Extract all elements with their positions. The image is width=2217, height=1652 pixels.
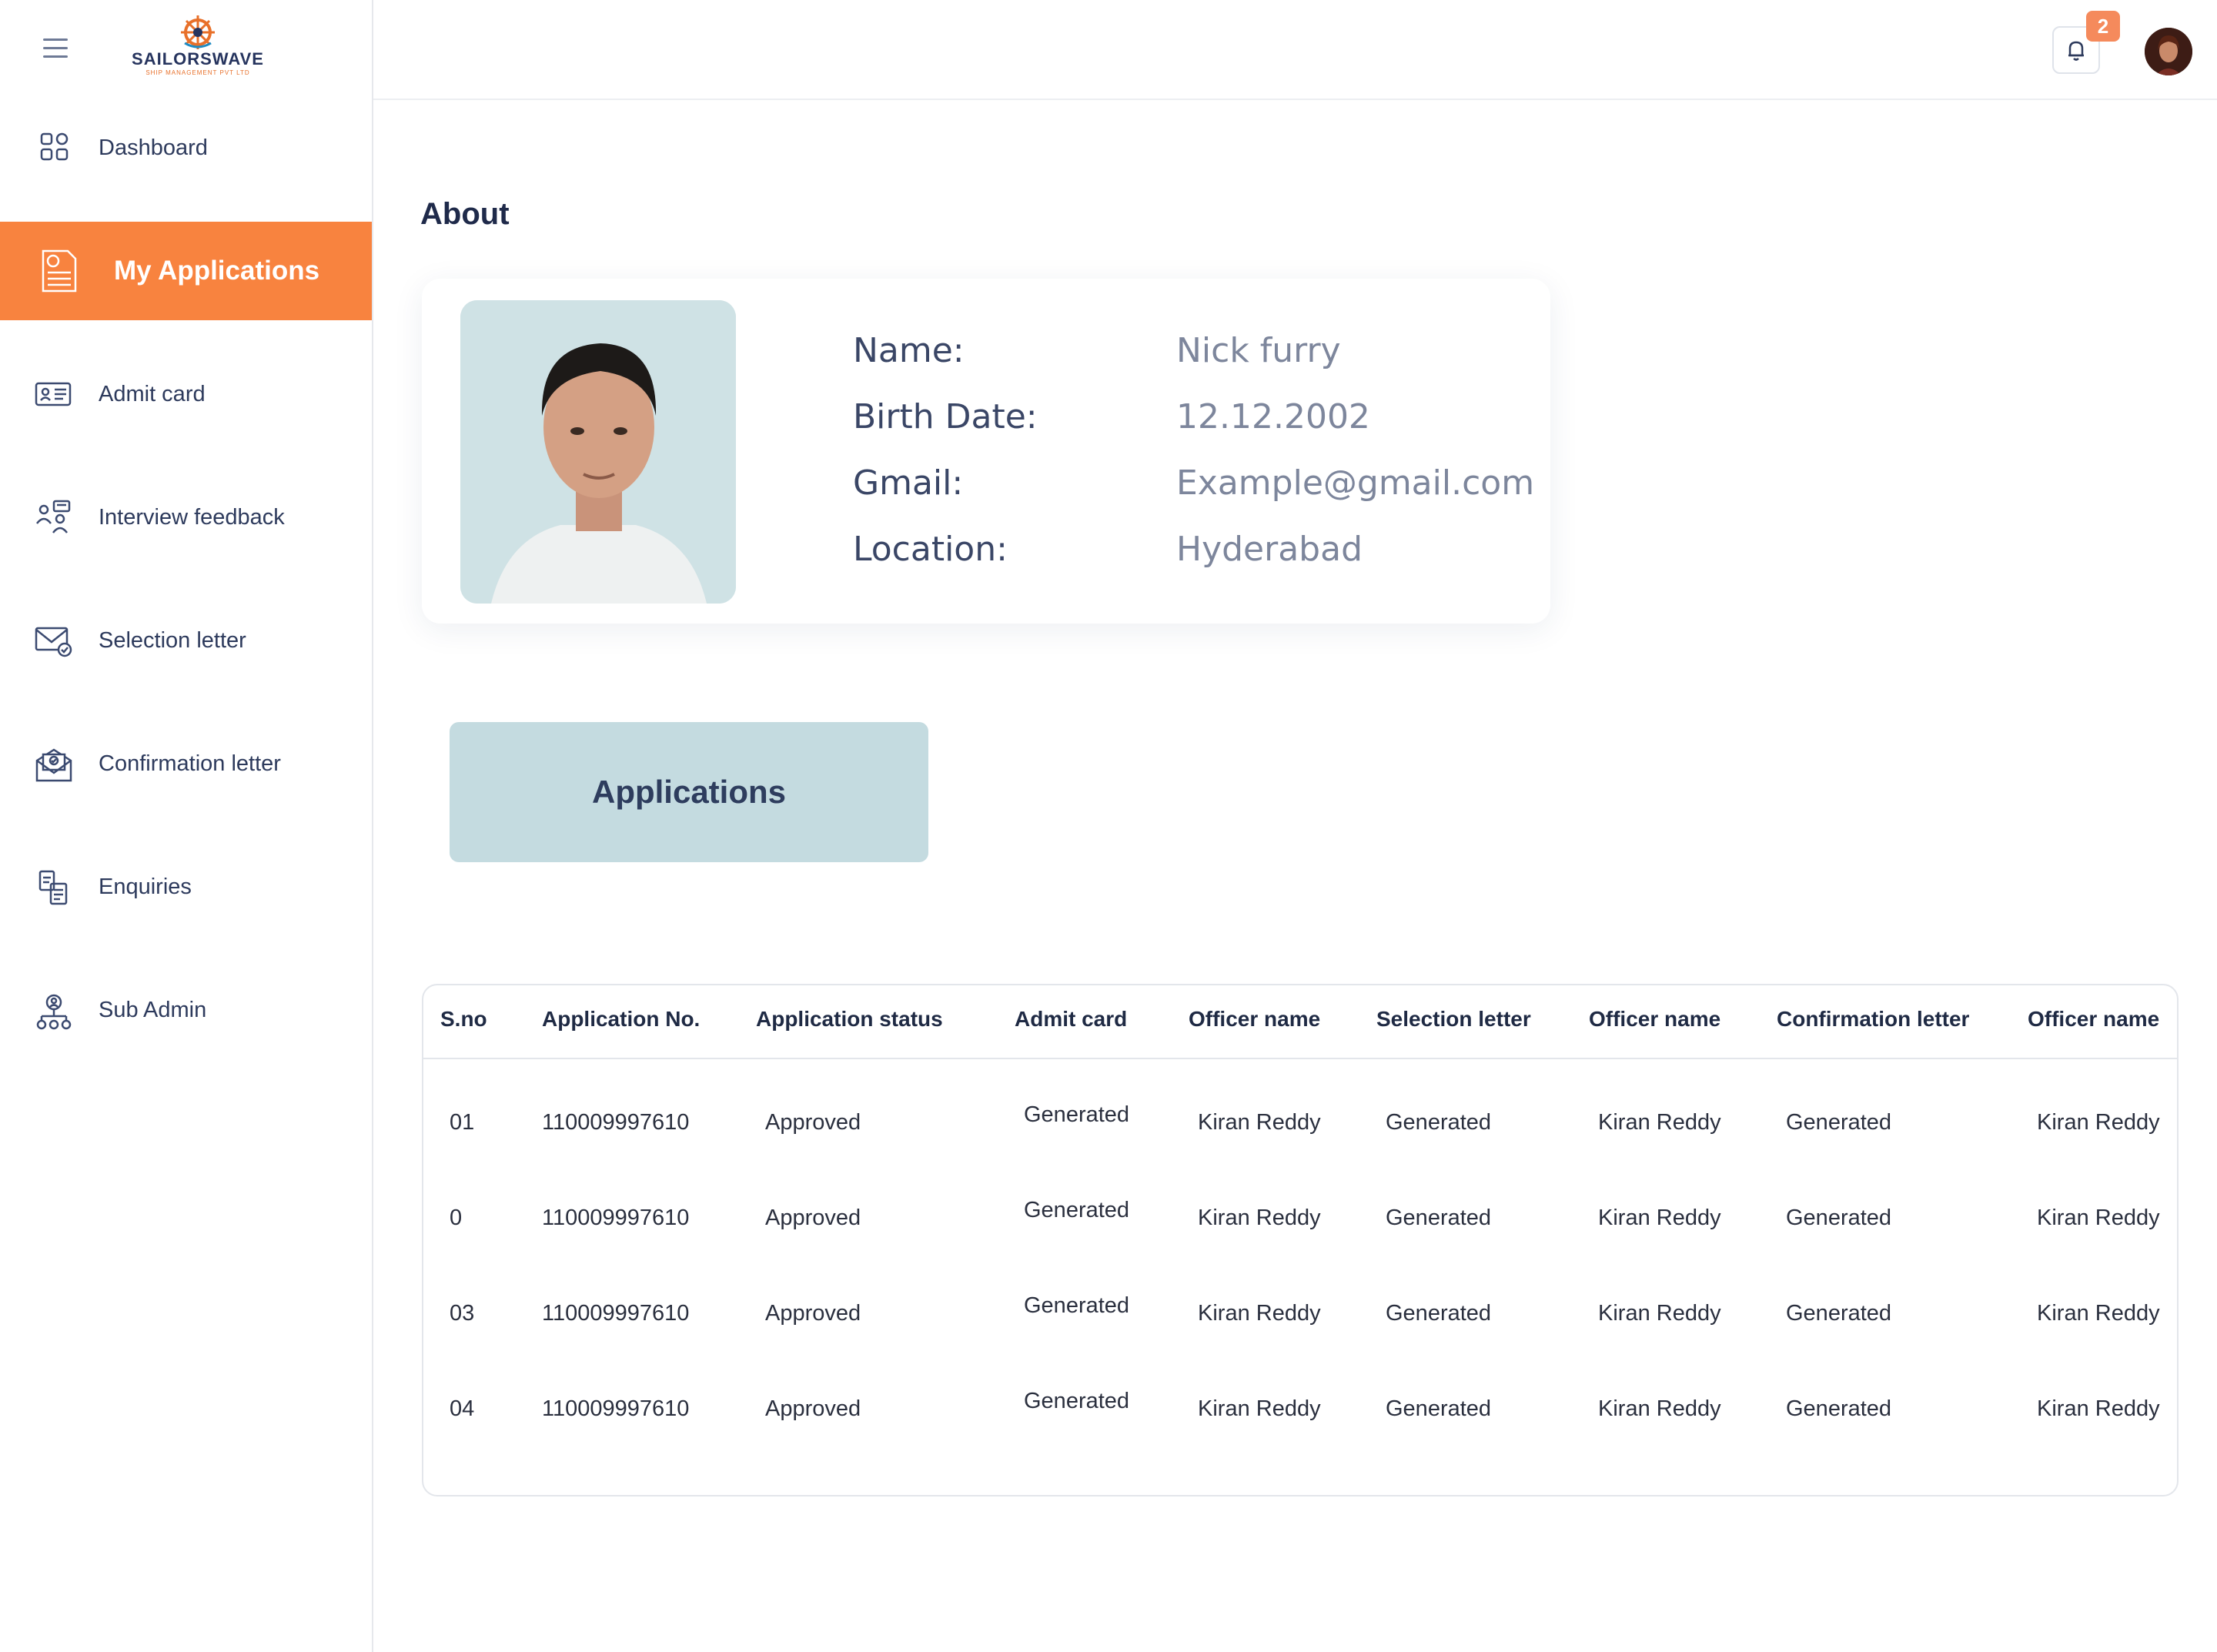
cell-sno: 03 (450, 1301, 475, 1326)
sidebar-item-label: Interview feedback (99, 504, 285, 530)
cell-admit-card[interactable]: Generated (1024, 1389, 1129, 1414)
cell-officer-name: Kiran Reddy (2037, 1110, 2160, 1135)
cell-officer-name: Kiran Reddy (1198, 1206, 1321, 1230)
cell-selection-letter[interactable]: Generated (1386, 1396, 1491, 1422)
about-heading: About (420, 197, 510, 231)
sidebar-item-label: Confirmation letter (99, 751, 281, 776)
name-label: Name: (853, 331, 965, 370)
sidebar-item-my-applications[interactable]: My Applications (0, 222, 372, 320)
cell-officer-name: Kiran Reddy (2037, 1301, 2160, 1326)
location-label: Location: (853, 530, 1008, 569)
cell-confirmation-letter[interactable]: Generated (1786, 1301, 1891, 1326)
cell-confirmation-letter[interactable]: Generated (1786, 1110, 1891, 1135)
id-card-icon (35, 382, 72, 406)
company-logo[interactable]: SAILORSWAVE SHIP MANAGEMENT PVT LTD (125, 12, 271, 77)
column-header-officer-name: Officer name (1189, 1007, 1321, 1031)
ship-wheel-logo-icon (181, 15, 215, 49)
user-avatar[interactable] (2145, 28, 2192, 75)
sidebar-item-selection-letter[interactable]: Selection letter (0, 591, 372, 690)
column-header-officer-name: Officer name (2028, 1007, 2160, 1031)
sidebar-item-label: Sub Admin (99, 997, 207, 1022)
brand-tagline: SHIP MANAGEMENT PVT LTD (145, 69, 250, 76)
application-form-icon (42, 249, 77, 293)
cell-confirmation-letter[interactable]: Generated (1786, 1206, 1891, 1231)
user-avatar-image (2145, 28, 2192, 75)
cell-selection-letter[interactable]: Generated (1386, 1110, 1491, 1135)
sidebar-item-sub-admin[interactable]: Sub Admin (0, 961, 372, 1059)
cell-application-no: 110009997610 (542, 1206, 690, 1230)
column-header-application-status: Application status (756, 1007, 943, 1031)
cell-officer-name: Kiran Reddy (2037, 1396, 2160, 1421)
sidebar: SAILORSWAVE SHIP MANAGEMENT PVT LTD Dash… (0, 0, 373, 1652)
cell-application-status: Approved (765, 1110, 861, 1135)
cell-officer-name: Kiran Reddy (1198, 1110, 1321, 1135)
mail-check-icon (35, 627, 72, 657)
cell-application-no: 110009997610 (542, 1301, 690, 1326)
cell-confirmation-letter[interactable]: Generated (1786, 1396, 1891, 1422)
enquiry-docs-icon (38, 870, 68, 905)
column-header-admit-card: Admit card (1015, 1007, 1128, 1031)
location-value: Hyderabad (1176, 530, 1363, 569)
cell-selection-letter[interactable]: Generated (1386, 1206, 1491, 1231)
column-header-confirmation-letter: Confirmation letter (1777, 1007, 1970, 1031)
notification-count-badge: 2 (2086, 11, 2120, 42)
birth-date-label: Birth Date: (853, 397, 1038, 436)
sidebar-item-label: Admit card (99, 381, 206, 406)
cell-admit-card[interactable]: Generated (1024, 1293, 1129, 1319)
gmail-label: Gmail: (853, 463, 964, 503)
brand-name: SAILORSWAVE (132, 49, 264, 69)
column-header-selection-letter: Selection letter (1376, 1007, 1531, 1031)
sidebar-item-confirmation-letter[interactable]: Confirmation letter (0, 714, 372, 813)
column-header-sno: S.no (440, 1007, 487, 1031)
cell-sno: 01 (450, 1110, 475, 1135)
cell-application-no: 110009997610 (542, 1396, 690, 1421)
top-bar (373, 0, 2217, 100)
column-header-application-no: Application No. (542, 1007, 701, 1031)
column-header-officer-name: Officer name (1589, 1007, 1721, 1031)
cell-admit-card[interactable]: Generated (1024, 1102, 1129, 1128)
cell-sno: 0 (450, 1206, 463, 1230)
cell-application-status: Approved (765, 1206, 861, 1230)
cell-officer-name: Kiran Reddy (1598, 1396, 1721, 1421)
applications-button[interactable]: Applications (450, 722, 928, 862)
team-hierarchy-icon (36, 994, 72, 1030)
birth-date-value: 12.12.2002 (1176, 397, 1370, 436)
hamburger-menu-icon[interactable] (43, 38, 68, 59)
cell-sno: 04 (450, 1396, 475, 1421)
gmail-value: Example@gmail.com (1176, 463, 1535, 503)
cell-application-no: 110009997610 (542, 1110, 690, 1135)
table-header-divider (423, 1058, 2177, 1059)
open-letter-icon (35, 748, 72, 782)
profile-photo (460, 300, 736, 604)
sidebar-item-dashboard[interactable]: Dashboard (0, 99, 372, 197)
name-value: Nick furry (1176, 331, 1341, 370)
cell-officer-name: Kiran Reddy (1598, 1301, 1721, 1326)
sidebar-item-label: Dashboard (99, 135, 208, 160)
cell-application-status: Approved (765, 1301, 861, 1326)
cell-application-status: Approved (765, 1396, 861, 1421)
sidebar-item-label: Selection letter (99, 627, 246, 653)
sidebar-item-label: Enquiries (99, 874, 192, 899)
sidebar-item-admit-card[interactable]: Admit card (0, 345, 372, 443)
cell-officer-name: Kiran Reddy (2037, 1206, 2160, 1230)
cell-officer-name: Kiran Reddy (1198, 1396, 1321, 1421)
sidebar-item-interview-feedback[interactable]: Interview feedback (0, 468, 372, 567)
profile-photo-image (460, 300, 736, 604)
sidebar-item-enquiries[interactable]: Enquiries (0, 838, 372, 936)
cell-officer-name: Kiran Reddy (1198, 1301, 1321, 1326)
sidebar-item-label: My Applications (114, 256, 320, 286)
grid-icon (40, 132, 69, 161)
cell-officer-name: Kiran Reddy (1598, 1206, 1721, 1230)
cell-officer-name: Kiran Reddy (1598, 1110, 1721, 1135)
cell-admit-card[interactable]: Generated (1024, 1198, 1129, 1223)
cell-selection-letter[interactable]: Generated (1386, 1301, 1491, 1326)
interview-icon (36, 500, 71, 533)
